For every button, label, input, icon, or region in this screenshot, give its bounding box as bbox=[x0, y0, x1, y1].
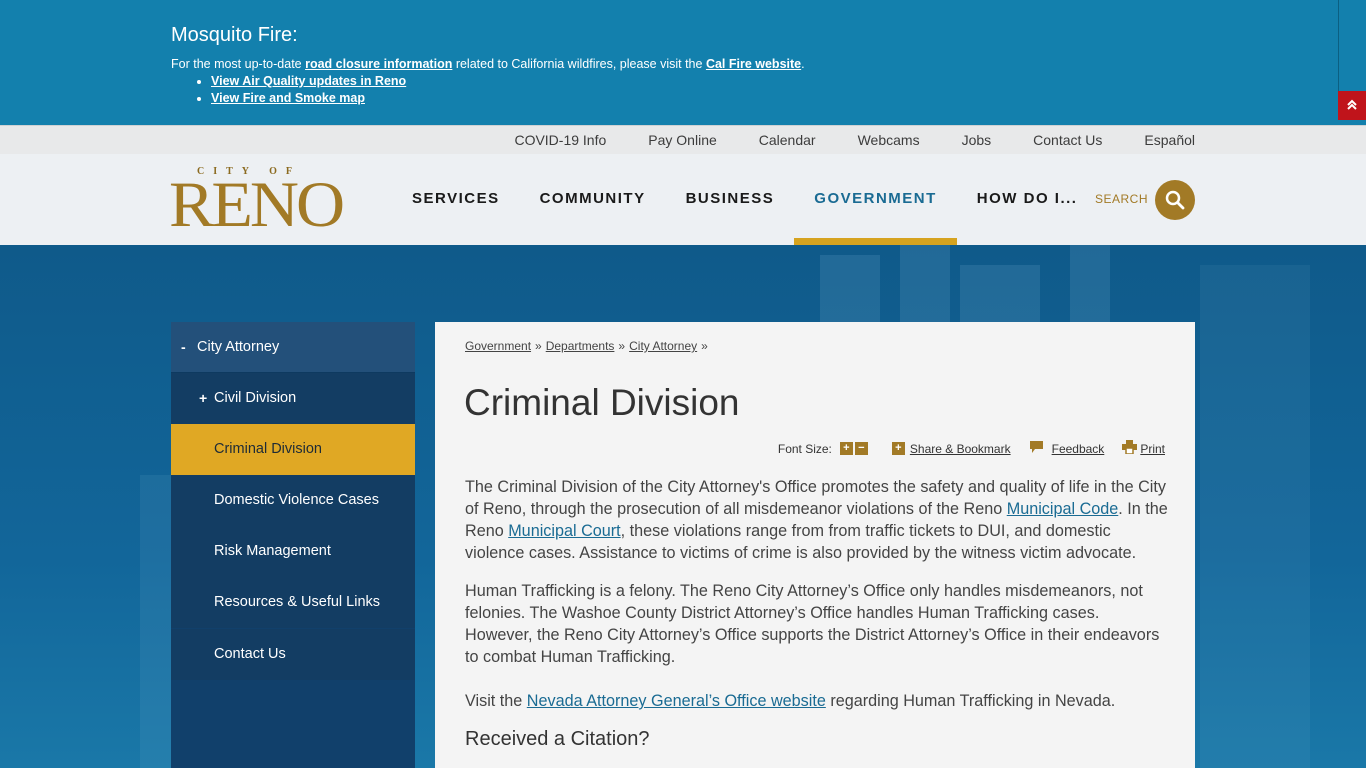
breadcrumb: Government» Departments» City Attorney» bbox=[465, 339, 708, 353]
sidebar-item-label: Resources & Useful Links bbox=[214, 594, 381, 610]
sidebar-item-resources[interactable]: Resources & Useful Links bbox=[171, 577, 415, 628]
nav-government[interactable]: GOVERNMENT bbox=[794, 154, 957, 245]
sidebar-item-label: Contact Us bbox=[214, 646, 286, 662]
site-header: CITY OF RENO SERVICES COMMUNITY BUSINESS… bbox=[0, 154, 1366, 245]
nav-services[interactable]: SERVICES bbox=[392, 154, 520, 245]
double-chevron-up-icon bbox=[1347, 99, 1357, 110]
share-plus-icon: + bbox=[891, 442, 905, 455]
municipal-court-link[interactable]: Municipal Court bbox=[508, 522, 620, 540]
paragraph-intro: The Criminal Division of the City Attorn… bbox=[465, 478, 1168, 562]
alert-title: Mosquito Fire: bbox=[171, 24, 298, 46]
sidebar-item-city-attorney[interactable]: - City Attorney bbox=[171, 322, 415, 373]
cal-fire-link[interactable]: Cal Fire website bbox=[706, 57, 801, 71]
search-icon bbox=[1165, 190, 1185, 210]
util-link-contact[interactable]: Contact Us bbox=[1033, 132, 1102, 148]
util-link-webcams[interactable]: Webcams bbox=[858, 132, 920, 148]
paragraph-human-trafficking: Human Trafficking is a felony. The Reno … bbox=[465, 582, 1160, 666]
nav-how-do-i[interactable]: HOW DO I... bbox=[957, 154, 1098, 245]
alert-links: View Air Quality updates in Reno View Fi… bbox=[211, 73, 1171, 107]
print-icon bbox=[1122, 440, 1138, 457]
font-decrease-button[interactable]: − bbox=[854, 442, 868, 455]
utility-bar: COVID-19 Info Pay Online Calendar Webcam… bbox=[0, 125, 1366, 154]
city-logo[interactable]: CITY OF RENO bbox=[169, 166, 345, 236]
print-link[interactable]: Print bbox=[1140, 442, 1165, 456]
feedback-icon bbox=[1029, 440, 1044, 457]
paragraph-ag-link: Visit the Nevada Attorney General’s Offi… bbox=[465, 692, 1116, 710]
sidebar-item-risk-management[interactable]: Risk Management bbox=[171, 526, 415, 577]
breadcrumb-government[interactable]: Government bbox=[465, 339, 531, 353]
municipal-code-link[interactable]: Municipal Code bbox=[1007, 500, 1119, 518]
breadcrumb-departments[interactable]: Departments bbox=[546, 339, 615, 353]
road-closure-link[interactable]: road closure information bbox=[305, 57, 452, 71]
sidebar-item-label: Risk Management bbox=[214, 543, 331, 559]
search-label[interactable]: SEARCH bbox=[1095, 192, 1148, 206]
breadcrumb-city-attorney[interactable]: City Attorney bbox=[629, 339, 697, 353]
sidebar-nav: - City Attorney + Civil Division Crimina… bbox=[171, 322, 415, 768]
util-link-jobs[interactable]: Jobs bbox=[962, 132, 992, 148]
font-increase-button[interactable]: + bbox=[839, 442, 853, 455]
page-title: Criminal Division bbox=[464, 382, 740, 423]
expand-sign: + bbox=[199, 390, 208, 406]
sidebar-item-label: Criminal Division bbox=[214, 441, 322, 457]
air-quality-link[interactable]: View Air Quality updates in Reno bbox=[211, 74, 406, 88]
sidebar-item-label: Domestic Violence Cases bbox=[214, 492, 379, 508]
feedback-link[interactable]: Feedback bbox=[1052, 442, 1105, 456]
util-link-pay-online[interactable]: Pay Online bbox=[648, 132, 716, 148]
sidebar-item-civil-division[interactable]: + Civil Division bbox=[171, 373, 415, 424]
util-link-espanol[interactable]: Español bbox=[1144, 132, 1195, 148]
citation-heading: Received a Citation? bbox=[465, 728, 650, 750]
alert-text: For the most up-to-date road closure inf… bbox=[171, 57, 805, 71]
util-link-calendar[interactable]: Calendar bbox=[759, 132, 816, 148]
main-nav: SERVICES COMMUNITY BUSINESS GOVERNMENT H… bbox=[392, 154, 1097, 245]
font-size-label: Font Size: bbox=[777, 441, 832, 456]
share-bookmark-link[interactable]: Share & Bookmark bbox=[910, 442, 1011, 456]
nav-community[interactable]: COMMUNITY bbox=[520, 154, 666, 245]
util-link-covid[interactable]: COVID-19 Info bbox=[514, 132, 606, 148]
nav-business[interactable]: BUSINESS bbox=[666, 154, 795, 245]
alert-banner: Mosquito Fire: For the most up-to-date r… bbox=[0, 0, 1366, 125]
alert-divider bbox=[1338, 0, 1339, 91]
sidebar-item-contact-us[interactable]: Contact Us bbox=[171, 629, 415, 680]
sidebar-item-domestic-violence[interactable]: Domestic Violence Cases bbox=[171, 475, 415, 526]
sidebar-item-label: City Attorney bbox=[197, 339, 280, 355]
sidebar-item-label: Civil Division bbox=[214, 390, 297, 406]
alert-toggle-button[interactable] bbox=[1338, 91, 1366, 120]
nevada-ag-link[interactable]: Nevada Attorney General’s Office website bbox=[527, 692, 826, 710]
main-content: Government» Departments» City Attorney» Cr… bbox=[435, 322, 1195, 768]
collapse-sign: - bbox=[181, 339, 186, 355]
fire-smoke-map-link[interactable]: View Fire and Smoke map bbox=[211, 91, 365, 105]
article-body: The Criminal Division of the City Attorn… bbox=[465, 476, 1170, 750]
sidebar-item-criminal-division[interactable]: Criminal Division bbox=[171, 424, 415, 475]
search-button[interactable] bbox=[1155, 180, 1195, 220]
page-tools: Font Size: + − + Share & Bookmark Feedba… bbox=[778, 440, 1165, 457]
